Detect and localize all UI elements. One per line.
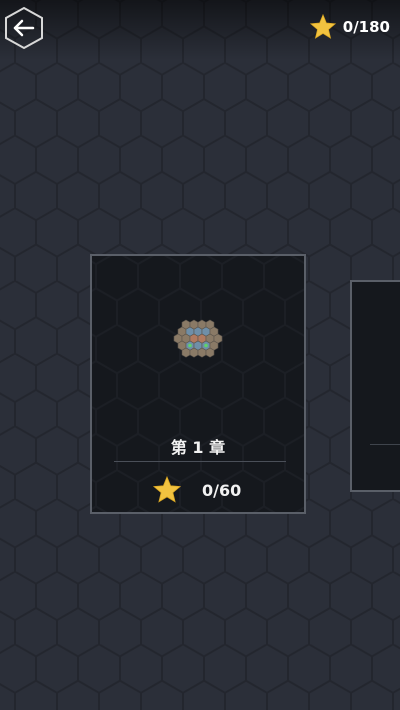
card-divider — [370, 444, 400, 445]
star-icon — [152, 475, 182, 503]
arrow-left-icon — [5, 6, 43, 50]
star-icon — [309, 13, 336, 39]
chapter-card-2[interactable] — [350, 280, 400, 492]
chapter-title: 第 1 章 — [170, 438, 226, 457]
chapter-stars-text: 0/60 — [202, 480, 242, 500]
chapter-card-1[interactable]: 第 1 章 0/60 — [90, 254, 306, 514]
hex-board-icon — [173, 319, 223, 358]
back-button[interactable] — [4, 6, 44, 50]
total-stars-text: 0/180 — [342, 18, 390, 36]
total-stars-counter: 0/180 — [309, 13, 390, 41]
chapter-stars: 0/60 — [152, 474, 241, 506]
card-divider — [114, 461, 286, 462]
